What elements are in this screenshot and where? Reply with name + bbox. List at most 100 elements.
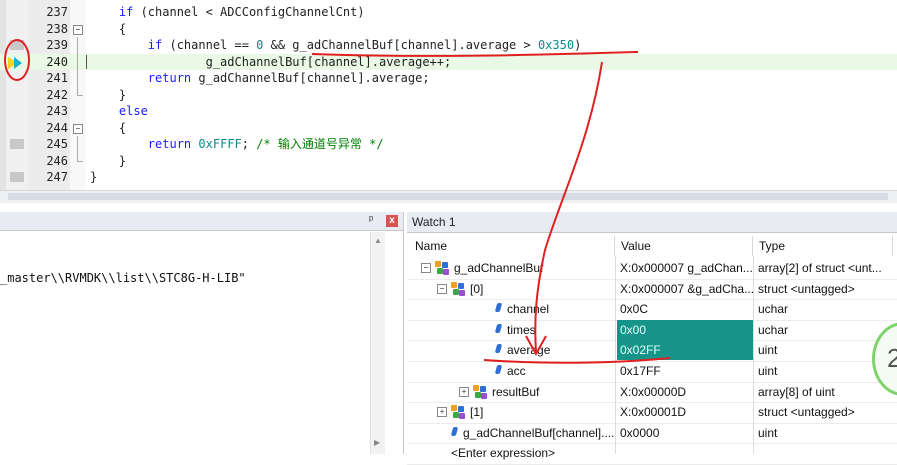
code-token: { [90, 21, 127, 36]
watch-type-cell: uchar [758, 322, 789, 337]
code-line[interactable]: 245 return 0xFFFF; /* 输入通道号异常 */ [0, 136, 897, 153]
field-icon [450, 426, 459, 438]
watch-name-cell[interactable]: times [407, 320, 615, 340]
scrollbar-thumb[interactable] [8, 193, 888, 200]
caret [86, 54, 87, 69]
watch-name-cell[interactable]: acc [407, 361, 615, 381]
output-vertical-scrollbar[interactable]: ▲ ▶ [370, 232, 385, 454]
code-token: (channel == [162, 38, 257, 52]
code-text[interactable]: if (channel < ADCConfigChannelCnt) [90, 4, 365, 21]
code-line[interactable]: 237 if (channel < ADCConfigChannelCnt) [0, 4, 897, 21]
watch-row[interactable]: channel 0x0C uchar [407, 299, 897, 321]
code-line[interactable]: 239 if (channel == 0 && g_adChannelBuf[c… [0, 37, 897, 54]
expand-icon[interactable]: + [459, 386, 469, 397]
watch-row[interactable]: times 0x00 uchar [407, 319, 897, 342]
breakpoint-slot[interactable] [10, 172, 24, 182]
watch-name-cell[interactable]: g_adChannelBuf[channel].... [407, 423, 615, 443]
code-line[interactable]: 242 } [0, 86, 897, 104]
current-execution-line[interactable]: 240 g_adChannelBuf[channel].average++; [0, 53, 897, 71]
code-token: if [147, 38, 163, 52]
watch-name-cell[interactable]: + resultBuf [407, 382, 615, 402]
code-text[interactable]: { [90, 120, 126, 137]
expand-icon[interactable]: + [437, 407, 447, 418]
code-text[interactable]: g_adChannelBuf[channel].average++; [90, 54, 452, 71]
code-text[interactable]: } [90, 153, 126, 170]
code-line[interactable]: 246 } [0, 152, 897, 170]
breakpoint-slot[interactable] [10, 40, 24, 50]
watch-row[interactable]: − g_adChannelBuf X:0x000007 g_adChan... arr… [407, 258, 897, 280]
code-token: ; [241, 137, 257, 151]
code-line[interactable]: 243 else [0, 103, 897, 120]
watch-type-cell [755, 443, 896, 463]
code-text[interactable]: else [90, 103, 148, 120]
code-text[interactable]: } [90, 169, 97, 186]
watch-type-cell: uint [758, 425, 778, 440]
fold-guide [77, 152, 78, 161]
fold-end [77, 160, 83, 162]
scroll-down-icon[interactable]: ▶ [374, 438, 380, 447]
line-number: 239 [46, 38, 68, 52]
column-header-value[interactable]: Value [617, 236, 753, 256]
watch-name-cell[interactable]: average [407, 340, 615, 360]
collapse-icon[interactable]: − [421, 263, 431, 273]
watch-name-cell[interactable]: <Enter expression> [407, 443, 615, 463]
watch-name-cell[interactable]: − g_adChannelBuf [407, 258, 615, 278]
code-token: } [90, 170, 98, 184]
watch-value-cell[interactable]: X:0x00001D [617, 402, 754, 422]
code-text[interactable]: { [90, 21, 126, 38]
watch-name: [0] [470, 281, 484, 296]
code-editor[interactable]: 237 if (channel < ADCConfigChannelCnt) 2… [0, 0, 897, 191]
watch-value-cell[interactable]: 0x17FF [617, 361, 754, 381]
struct-icon [435, 261, 449, 275]
code-line[interactable]: 244 − { [0, 120, 897, 137]
watch-row[interactable]: + [1] X:0x00001D struct <untagged> [407, 402, 897, 424]
watch-name-cell[interactable]: + [1] [407, 402, 615, 422]
code-token: else [118, 104, 148, 118]
watch-value-cell[interactable]: X:0x000007 &g_adCha... [617, 279, 754, 299]
badge-number: 2 [887, 343, 897, 373]
code-text[interactable]: return 0xFFFF; /* 输入通道号异常 */ [90, 136, 384, 153]
breakpoint-slot[interactable] [10, 139, 24, 149]
watch-row[interactable]: <Enter expression> [407, 443, 897, 465]
column-header-name[interactable]: Name [407, 236, 615, 256]
code-line[interactable]: 241 return g_adChannelBuf[channel].avera… [0, 70, 897, 87]
watch-row[interactable]: + resultBuf X:0x00000D array[8] of uint [407, 382, 897, 404]
fold-collapse-icon[interactable]: − [73, 24, 83, 35]
watch-name-cell[interactable]: channel [407, 299, 615, 319]
pin-icon[interactable]: ᵖ [369, 214, 373, 226]
watch-value-cell[interactable]: 0x00 [617, 319, 754, 340]
watch-value-cell[interactable]: X:0x00000D [617, 382, 754, 402]
line-number: 247 [46, 170, 68, 184]
column-header-type[interactable]: Type [755, 236, 893, 256]
watch-row[interactable]: g_adChannelBuf[channel].... 0x0000 uint [407, 423, 897, 445]
code-line[interactable]: 238 − { [0, 21, 897, 38]
watch-value-cell[interactable]: X:0x000007 g_adChan... [617, 258, 754, 278]
close-icon[interactable]: x [386, 215, 398, 227]
watch-type-cell: struct <untagged> [758, 281, 855, 296]
fold-collapse-icon[interactable]: − [73, 123, 83, 134]
watch-row[interactable]: average 0x02FF uint [407, 340, 897, 362]
code-text[interactable]: } [90, 87, 126, 104]
code-text[interactable]: if (channel == 0 && g_adChannelBuf[chann… [90, 37, 582, 54]
watch-value-cell[interactable] [617, 443, 754, 463]
watch-row[interactable]: acc 0x17FF uint [407, 361, 897, 383]
code-text[interactable]: return g_adChannelBuf[channel].average; [90, 70, 430, 87]
code-token: (channel < ADCConfigChannelCnt) [133, 5, 365, 19]
watch-value-cell[interactable]: 0x0000 [617, 423, 754, 443]
watch-row[interactable]: − [0] X:0x000007 &g_adCha... struct <untagg… [407, 279, 897, 301]
field-icon [494, 365, 503, 376]
editor-horizontal-scrollbar[interactable] [0, 190, 897, 203]
watch-name: resultBuf [492, 384, 540, 399]
collapse-icon[interactable]: − [437, 283, 447, 294]
code-token: 0xFFFF [198, 137, 242, 151]
watch-type-cell: struct <untagged> [758, 405, 855, 420]
watch-value-cell[interactable]: 0x02FF [617, 340, 754, 361]
watch-name-cell[interactable]: − [0] [407, 279, 615, 299]
code-line[interactable]: 247 } [0, 169, 897, 186]
watch-name: channel [507, 302, 550, 317]
scroll-up-icon[interactable]: ▲ [374, 236, 382, 245]
watch-value-cell[interactable]: 0x0C [617, 299, 754, 319]
column-divider [753, 256, 754, 454]
